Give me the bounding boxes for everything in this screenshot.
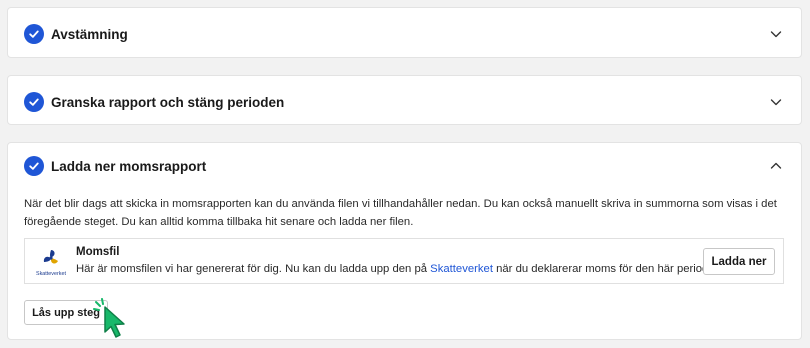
pointer-cursor-icon [93,298,125,338]
section-download-header[interactable]: Ladda ner momsrapport [8,143,801,189]
section-title: Avstämning [51,26,128,42]
svg-text:Skatteverket: Skatteverket [36,271,66,277]
check-icon [24,92,44,112]
skatteverket-link[interactable]: Skatteverket [430,263,493,275]
file-row: Skatteverket Momsfil Här är momsfilen vi… [24,238,784,284]
section-review: Granska rapport och stäng perioden [7,75,802,125]
skatteverket-logo: Skatteverket [36,250,66,277]
file-description: Här är momsfilen vi har genererat för di… [76,263,724,275]
chevron-down-icon[interactable] [769,27,783,41]
section-title: Granska rapport och stäng perioden [51,94,285,110]
chevron-up-icon[interactable] [769,159,783,173]
download-button[interactable]: Ladda ner [703,248,775,275]
check-icon [24,156,44,176]
section-reconciliation: Avstämning [7,7,802,58]
section-review-header[interactable]: Granska rapport och stäng perioden [8,76,801,128]
chevron-down-icon[interactable] [769,95,783,109]
section-title: Ladda ner momsrapport [51,158,207,174]
check-icon [24,24,44,44]
file-name: Momsfil [76,246,120,258]
section-reconciliation-header[interactable]: Avstämning [8,8,801,60]
file-description-end: när du deklarerar moms för den här perio… [492,263,725,275]
section-description: När det blir dags att skicka in momsrapp… [24,198,777,228]
file-description-start: Här är momsfilen vi har genererat för di… [76,263,431,275]
